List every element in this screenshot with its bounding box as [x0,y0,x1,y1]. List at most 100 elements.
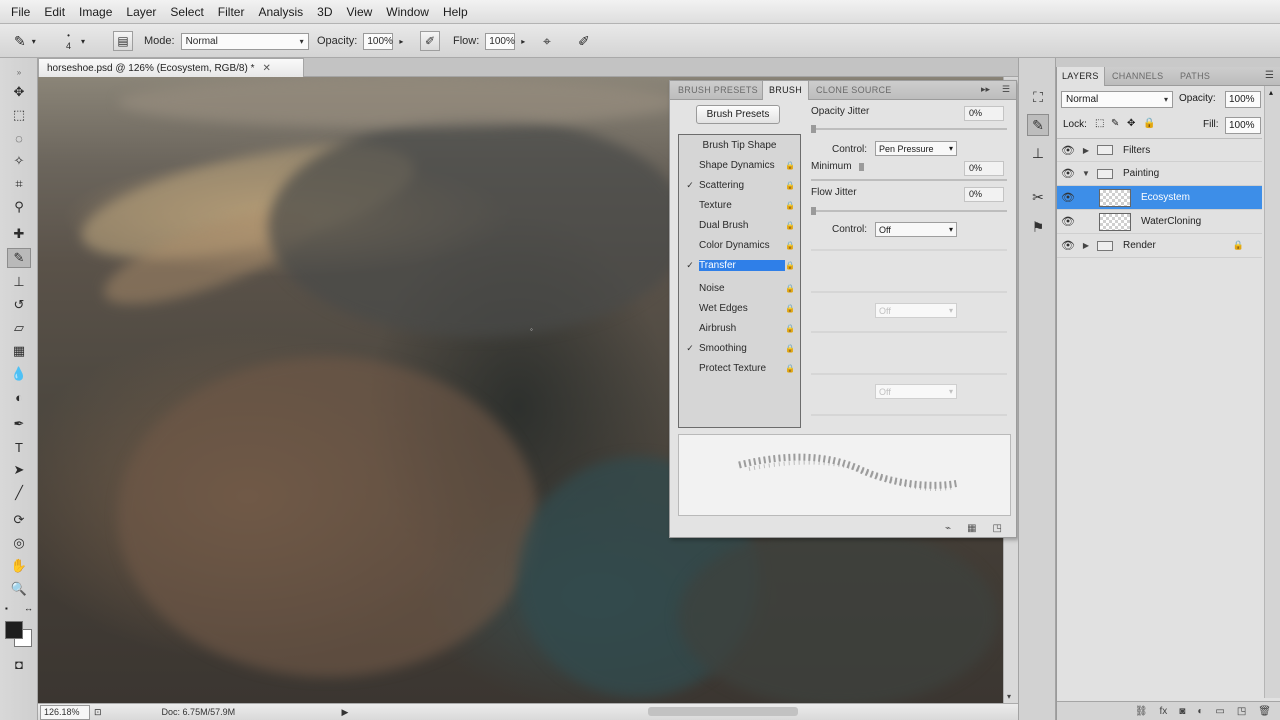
expand-triangle-icon[interactable]: ▶ [1079,241,1093,250]
lock-all-icon[interactable]: 🔒 [1143,118,1155,129]
eye-icon[interactable]: 👁 [1057,167,1079,180]
minimum-slider[interactable] [811,179,1007,181]
mode-select[interactable]: Normal ▾ [180,32,309,50]
layer-group-filters[interactable]: 👁 ▶ Filters [1057,138,1262,162]
menu-image[interactable]: Image [72,0,119,24]
checkbox[interactable] [685,240,695,250]
lasso-tool-icon[interactable]: ◌ [7,128,31,148]
zoom-tool-icon[interactable]: 🔍 [7,579,31,599]
clone-source-panel-icon[interactable]: ⊥ [1027,142,1049,164]
brush-option-texture[interactable]: Texture 🔒 [679,196,800,214]
eye-icon[interactable]: 👁 [1057,144,1079,157]
flow-jitter-slider[interactable] [811,210,1007,212]
new-group-icon[interactable]: ▭ [1215,706,1224,717]
opacity-jitter-slider[interactable] [811,128,1007,130]
menu-help[interactable]: Help [436,0,475,24]
3d-rotate-tool-icon[interactable]: ⟳ [7,510,31,530]
panel-collapse-icon[interactable]: » [7,62,31,82]
lock-icon[interactable]: 🔒 [785,220,795,230]
brush-panel-toggle-button[interactable]: ▤ [113,31,133,51]
healing-brush-tool-icon[interactable]: ✚ [7,224,31,244]
layer-mask-icon[interactable]: ◙ [1179,706,1185,717]
layer-ecosystem[interactable]: 👁 Ecosystem [1057,186,1262,210]
pen-tool-icon[interactable]: ✒ [7,414,31,434]
toggle-live-tip-icon[interactable]: ⌁ [945,523,951,534]
menu-analysis[interactable]: Analysis [251,0,310,24]
default-colors-icon[interactable]: ▪ [5,604,15,614]
layer-group-painting[interactable]: 👁 ▼ Painting [1057,162,1262,186]
brush-tool-icon[interactable]: ✎ [7,248,31,268]
layer-group-render[interactable]: 👁 ▶ Render 🔒 [1057,234,1262,258]
link-layers-icon[interactable]: ⛓ [1135,706,1148,717]
opacity-jitter-slider-knob[interactable] [811,125,816,133]
flow-input[interactable]: 100% [485,32,516,50]
quick-mask-icon[interactable]: ◘ [7,654,31,674]
control-select[interactable]: Pen Pressure ▾ [875,141,957,156]
gradient-tool-icon[interactable]: ▦ [7,341,31,361]
brush-option-shape-dynamics[interactable]: Shape Dynamics 🔒 [679,156,800,174]
checkbox[interactable] [685,200,695,210]
layers-scrollbar[interactable]: ▴ [1264,86,1280,698]
layer-style-icon[interactable]: fx [1160,706,1168,717]
flow-jitter-slider-knob[interactable] [811,207,816,215]
blur-tool-icon[interactable]: 💧 [7,364,31,384]
lock-transparent-icon[interactable]: ⬚ [1095,118,1104,129]
brush-option-dual-brush[interactable]: Dual Brush 🔒 [679,216,800,234]
brush-option-color-dynamics[interactable]: Color Dynamics 🔒 [679,236,800,254]
eraser-tool-icon[interactable]: ▱ [7,318,31,338]
pressure-size-icon[interactable]: ✐ [578,33,590,50]
blend-mode-select[interactable]: Normal ▾ [1061,91,1173,108]
checkbox-checked[interactable]: ✓ [685,180,695,190]
checkbox[interactable] [685,303,695,313]
lock-icon[interactable]: 🔒 [785,323,795,333]
foreground-color-swatch[interactable] [5,621,23,639]
brush-option-protect-texture[interactable]: Protect Texture 🔒 [679,359,800,377]
eye-icon[interactable]: 👁 [1057,191,1079,204]
brush-option-smoothing[interactable]: ✓ Smoothing 🔒 [679,339,800,357]
menu-file[interactable]: File [4,0,37,24]
line-tool-icon[interactable]: ╱ [7,483,31,503]
expand-triangle-icon[interactable]: ▶ [1079,146,1093,155]
airbrush-icon[interactable]: ⌖ [543,33,551,50]
menu-layer[interactable]: Layer [119,0,163,24]
control2-select[interactable]: Off ▾ [875,222,957,237]
layer-opacity-input[interactable]: 100% [1225,91,1261,108]
brush-panel-icon[interactable]: ✎ [1027,114,1049,136]
move-tool-icon[interactable]: ✥ [7,82,31,102]
minimum-input[interactable]: 0% [964,161,1004,176]
menu-filter[interactable]: Filter [211,0,252,24]
adjustment-layer-icon[interactable]: ◐ [1197,706,1203,717]
lock-icon[interactable]: 🔒 [785,160,795,170]
lock-icon[interactable]: 🔒 [785,240,795,250]
status-menu-arrow-icon[interactable]: ▶ [342,707,349,718]
brush-grid-icon[interactable]: ▦ [967,523,976,534]
brush-presets-button[interactable]: Brush Presets [696,105,780,124]
checkbox[interactable] [685,160,695,170]
checkbox-checked[interactable]: ✓ [685,343,695,353]
lock-icon[interactable]: 🔒 [785,180,795,190]
delete-layer-icon[interactable]: 🗑 [1258,706,1271,717]
crop-tool-icon[interactable]: ⌗ [7,174,31,194]
tab-paths[interactable]: PATHS [1175,67,1215,86]
tab-layers[interactable]: LAYERS [1057,67,1105,86]
lock-pixels-icon[interactable]: ✎ [1111,118,1119,129]
brush-picker[interactable]: • 4 ▾ [66,24,85,58]
checkbox-checked[interactable]: ✓ [685,260,695,270]
3d-orbit-tool-icon[interactable]: ◎ [7,533,31,553]
lock-icon[interactable]: 🔒 [785,303,795,313]
brush-option-airbrush[interactable]: Airbrush 🔒 [679,319,800,337]
layer-watercloning[interactable]: 👁 WaterCloning [1057,210,1262,234]
document-tab[interactable]: horseshoe.psd @ 126% (Ecosystem, RGB/8) … [38,58,304,77]
collapse-triangle-icon[interactable]: ▼ [1079,169,1093,178]
opacity-jitter-input[interactable]: 0% [964,106,1004,121]
eye-icon[interactable]: 👁 [1057,239,1079,252]
tools-options-icon[interactable]: ✂ [1027,186,1049,208]
lock-icon[interactable]: 🔒 [785,283,795,293]
panel-collapse-icon[interactable]: ▸▸ [981,84,990,95]
checkbox[interactable] [685,220,695,230]
scroll-down-arrow-icon[interactable]: ▾ [1007,692,1011,701]
chevron-right-icon[interactable]: ▸ [399,37,403,46]
menu-3d[interactable]: 3D [310,0,339,24]
tool-preset-picker[interactable]: ✎ ▾ [14,24,36,58]
checkbox[interactable] [685,323,695,333]
